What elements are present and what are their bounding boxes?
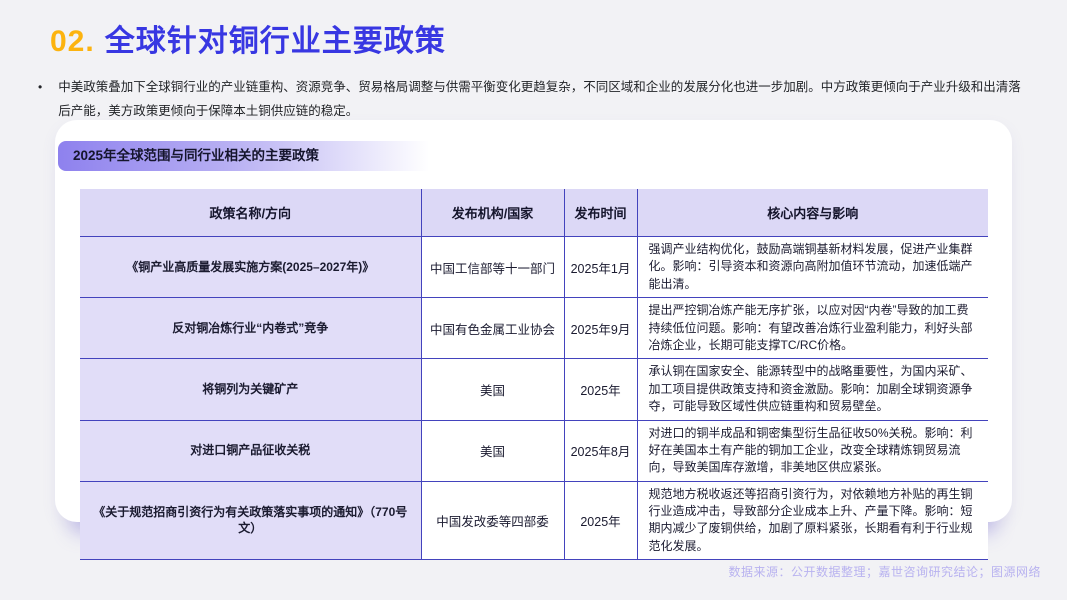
policy-org-cell: 美国 — [421, 420, 565, 482]
policy-impact-cell: 对进口的铜半成品和铜密集型衍生品征收50%关税。影响：利好在美国本土有产能的铜加… — [637, 420, 988, 482]
policy-impact-cell: 承认铜在国家安全、能源转型中的战略重要性，为国内采矿、加工项目提供政策支持和资金… — [637, 358, 988, 421]
intro-text: 中美政策叠加下全球铜行业的产业链重构、资源竞争、贸易格局调整与供需平衡变化更趋复… — [58, 80, 1021, 118]
table-title-badge: 2025年全球范围与同行业相关的主要政策 — [58, 141, 450, 171]
section-number: 02. — [50, 25, 95, 58]
policy-table-body: 《铜产业高质量发展实施方案(2025–2027年)》 中国工信部等十一部门 2025… — [80, 236, 988, 561]
column-header-policy-name: 政策名称/方向 — [80, 189, 422, 237]
policy-name-cell: 《铜产业高质量发展实施方案(2025–2027年)》 — [80, 236, 422, 299]
policy-org-cell: 中国发改委等四部委 — [421, 481, 565, 561]
column-header-date: 发布时间 — [564, 189, 638, 237]
table-row: 《铜产业高质量发展实施方案(2025–2027年)》 中国工信部等十一部门 2025… — [80, 236, 988, 299]
policy-org-cell: 中国工信部等十一部门 — [421, 236, 565, 299]
header-row: 政策名称/方向 发布机构/国家 发布时间 核心内容与影响 — [80, 189, 988, 237]
policy-table-header: 政策名称/方向 发布机构/国家 发布时间 核心内容与影响 — [80, 189, 988, 237]
intro-paragraph: • 中美政策叠加下全球铜行业的产业链重构、资源竞争、贸易格局调整与供需平衡变化更… — [38, 76, 1028, 124]
slide: 02. 全球针对铜行业主要政策 • 中美政策叠加下全球铜行业的产业链重构、资源竞… — [0, 0, 1067, 600]
section-title: 全球针对铜行业主要政策 — [104, 25, 446, 58]
policy-org-cell: 美国 — [421, 358, 565, 421]
policy-name-cell: 反对铜冶炼行业“内卷式”竞争 — [80, 297, 422, 360]
policy-date-cell: 2025年 — [564, 358, 638, 421]
table-row: 将铜列为关键矿产 美国 2025年 承认铜在国家安全、能源转型中的战略重要性，为国内采… — [80, 358, 988, 421]
content-card: 2025年全球范围与同行业相关的主要政策 政策名称/方向 发布机构/国家 发布时… — [55, 120, 1012, 561]
policy-date-cell: 2025年 — [564, 481, 638, 561]
table-row: 《关于规范招商引资行为有关政策落实事项的通知》（770号文） 中国发改委等四部委 2… — [80, 481, 988, 561]
policy-date-cell: 2025年9月 — [564, 297, 638, 360]
policy-date-cell: 2025年1月 — [564, 236, 638, 299]
policy-name-cell: 将铜列为关键矿产 — [80, 358, 422, 421]
policy-name-cell: 《关于规范招商引资行为有关政策落实事项的通知》（770号文） — [80, 481, 422, 561]
bullet-glyph: • — [38, 80, 43, 94]
policy-date-cell: 2025年8月 — [564, 420, 638, 482]
table-row: 对进口铜产品征收关税 美国 2025年8月 对进口的铜半成品和铜密集型衍生品征收50%… — [80, 420, 988, 482]
column-header-impact: 核心内容与影响 — [637, 189, 988, 237]
policy-table: 政策名称/方向 发布机构/国家 发布时间 核心内容与影响 《铜产业高质量发展实施… — [80, 189, 988, 561]
column-header-org: 发布机构/国家 — [421, 189, 565, 237]
policy-org-cell: 中国有色金属工业协会 — [421, 297, 565, 360]
table-row: 反对铜冶炼行业“内卷式”竞争 中国有色金属工业协会 2025年9月 提出严控铜冶炼产能… — [80, 297, 988, 360]
policy-impact-cell: 强调产业结构优化，鼓励高端铜基新材料发展，促进产业集群化。影响：引导资本和资源向… — [637, 236, 988, 299]
data-source-note: 数据来源：公开数据整理；嘉世咨询研究结论；图源网络 — [728, 565, 1041, 579]
policy-impact-cell: 提出严控铜冶炼产能无序扩张，以应对因“内卷”导致的加工费持续低位问题。影响：有望… — [637, 297, 988, 360]
page-title: 02. 全球针对铜行业主要政策 — [50, 16, 446, 60]
policy-impact-cell: 规范地方税收返还等招商引资行为，对依赖地方补贴的再生铜行业造成冲击，导致部分企业… — [637, 481, 988, 561]
policy-name-cell: 对进口铜产品征收关税 — [80, 420, 422, 482]
